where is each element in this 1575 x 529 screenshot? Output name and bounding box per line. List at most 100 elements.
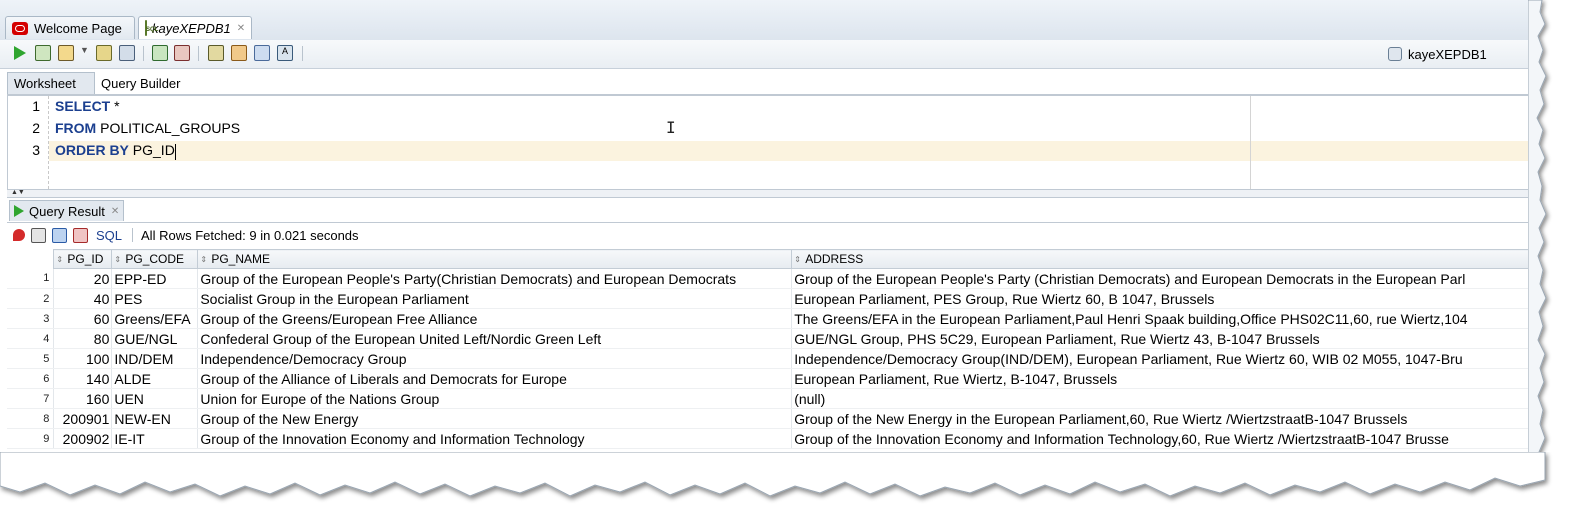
result-grid[interactable]: ⇕ PG_ID ⇕ PG_CODE ⇕ PG_NAME ⇕ ADDRESS 1 20 EPP…	[7, 249, 1545, 449]
cell-address[interactable]: Group of the European People's Party (Ch…	[791, 268, 1545, 289]
cell-pg-id[interactable]: 20	[53, 268, 113, 289]
cell-pg-code[interactable]: Greens/EFA	[111, 308, 199, 329]
row-number: 1	[7, 268, 55, 289]
clear-eraser-icon[interactable]	[231, 45, 247, 61]
column-header-pg-code[interactable]: ⇕ PG_CODE	[111, 249, 199, 269]
close-icon[interactable]: ✕	[111, 206, 119, 217]
cell-pg-name[interactable]: Group of the Alliance of Liberals and De…	[197, 368, 793, 389]
sort-icon: ⇕	[200, 255, 208, 265]
chevron-down-icon[interactable]: ▼	[80, 45, 90, 61]
connection-selector[interactable]: kayeXEPDB1	[1388, 44, 1538, 64]
cell-pg-id[interactable]: 200901	[53, 408, 113, 429]
code-line[interactable]: ORDER BY PG_ID	[55, 142, 175, 158]
ibeam-cursor-icon: I	[666, 118, 676, 137]
table-row[interactable]: 9 200902 IE-IT Group of the Innovation Econ…	[7, 428, 1545, 449]
cell-pg-name[interactable]: Group of the European People's Party(Chr…	[197, 268, 793, 289]
cell-pg-code[interactable]: GUE/NGL	[111, 328, 199, 349]
cell-pg-name[interactable]: Socialist Group in the European Parliame…	[197, 288, 793, 309]
cell-pg-code[interactable]: ALDE	[111, 368, 199, 389]
cell-address[interactable]: European Parliament, Rue Wiertz, B-1047,…	[791, 368, 1545, 389]
sql-editor[interactable]: 1 2 3 SELECT * FROM POLITICAL_GROUPS ORD…	[7, 95, 1545, 190]
explain-plan-icon[interactable]	[96, 45, 112, 61]
cell-pg-id[interactable]: 100	[53, 348, 113, 369]
tab-label: Welcome Page	[34, 20, 122, 36]
cell-pg-name[interactable]: Confederal Group of the European United …	[197, 328, 793, 349]
tab-welcome-page[interactable]: Welcome Page	[5, 16, 135, 39]
line-number-gutter: 1 2 3	[8, 96, 49, 189]
result-toolbar: SQL All Rows Fetched: 9 in 0.021 seconds	[7, 223, 1545, 247]
sql-button[interactable]: SQL	[96, 228, 122, 243]
cell-pg-id[interactable]: 80	[53, 328, 113, 349]
cell-pg-id[interactable]: 160	[53, 388, 113, 409]
torn-edge-right	[1528, 0, 1575, 529]
table-row[interactable]: 7 160 UEN Union for Europe of the Nations G…	[7, 388, 1545, 409]
cell-pg-code[interactable]: PES	[111, 288, 199, 309]
sql-text: *	[110, 98, 120, 114]
row-number: 9	[7, 428, 55, 449]
document-tab-strip: Welcome Page kayeXEPDB1 ✕	[0, 0, 1545, 41]
run-script-icon[interactable]	[35, 45, 51, 61]
tab-label: Worksheet	[14, 76, 76, 91]
tab-query-builder[interactable]: Query Builder	[95, 72, 195, 94]
tab-query-result[interactable]: Query Result ✕	[9, 200, 125, 221]
cell-pg-code[interactable]: IND/DEM	[111, 348, 199, 369]
refresh-icon[interactable]	[52, 227, 67, 243]
cell-pg-id[interactable]: 60	[53, 308, 113, 329]
format-text-icon[interactable]: A	[277, 45, 293, 61]
cell-pg-code[interactable]: NEW-EN	[111, 408, 199, 429]
table-row[interactable]: 1 20 EPP-ED Group of the European People's …	[7, 268, 1545, 289]
tab-worksheet[interactable]: Worksheet	[7, 72, 95, 94]
table-row[interactable]: 8 200901 NEW-EN Group of the New Energy Grou…	[7, 408, 1545, 429]
cell-address[interactable]: GUE/NGL Group, PHS 5C29, European Parlia…	[791, 328, 1545, 349]
cell-address[interactable]: Group of the New Energy in the European …	[791, 408, 1545, 429]
cell-address[interactable]: The Greens/EFA in the European Parliamen…	[791, 308, 1545, 329]
cell-pg-name[interactable]: Group of the Innovation Economy and Info…	[197, 428, 793, 449]
tab-kayexepdb1[interactable]: kayeXEPDB1 ✕	[138, 16, 252, 39]
sql-tuning-icon[interactable]	[119, 45, 135, 61]
pin-icon[interactable]	[13, 229, 25, 241]
table-row[interactable]: 2 40 PES Socialist Group in the European Pa…	[7, 288, 1545, 309]
code-line[interactable]: SELECT *	[55, 98, 120, 114]
line-number: 3	[32, 142, 40, 158]
row-number: 7	[7, 388, 55, 409]
table-row[interactable]: 5 100 IND/DEM Independence/Democracy Group I…	[7, 348, 1545, 369]
cell-pg-id[interactable]: 200902	[53, 428, 113, 449]
cancel-query-icon[interactable]	[73, 227, 88, 243]
cell-address[interactable]: Independence/Democracy Group(IND/DEM), E…	[791, 348, 1545, 369]
autotrace-icon[interactable]	[58, 45, 74, 61]
cell-address[interactable]: Group of the Innovation Economy and Info…	[791, 428, 1545, 449]
cell-pg-code[interactable]: EPP-ED	[111, 268, 199, 289]
print-icon[interactable]	[31, 227, 46, 243]
code-line[interactable]: FROM POLITICAL_GROUPS	[55, 120, 240, 136]
sort-icon: ⇕	[794, 255, 801, 265]
split-pane-divider[interactable]: ▲▼	[7, 189, 1545, 198]
cell-pg-name[interactable]: Union for Europe of the Nations Group	[197, 388, 793, 409]
cell-pg-id[interactable]: 140	[53, 368, 113, 389]
column-header-pg-name[interactable]: ⇕ PG_NAME	[197, 249, 793, 269]
table-row[interactable]: 3 60 Greens/EFA Group of the Greens/Europea…	[7, 308, 1545, 329]
cell-address[interactable]: (null)	[791, 388, 1545, 409]
split-arrows-icon[interactable]: ▲▼	[11, 189, 25, 196]
cell-pg-name[interactable]: Group of the New Energy	[197, 408, 793, 429]
column-header-address[interactable]: ⇕ ADDRESS	[791, 249, 1545, 269]
cell-pg-name[interactable]: Independence/Democracy Group	[197, 348, 793, 369]
table-row[interactable]: 6 140 ALDE Group of the Alliance of Liberal…	[7, 368, 1545, 389]
table-row[interactable]: 4 80 GUE/NGL Confederal Group of the Europe…	[7, 328, 1545, 349]
row-number: 2	[7, 288, 55, 309]
cell-address[interactable]: European Parliament, PES Group, Rue Wier…	[791, 288, 1545, 309]
sql-text: POLITICAL_GROUPS	[96, 120, 241, 136]
sql-history-icon[interactable]	[254, 45, 270, 61]
rollback-icon[interactable]	[174, 45, 190, 61]
unshared-worksheet-icon[interactable]	[208, 45, 224, 61]
column-header-pg-id[interactable]: ⇕ PG_ID	[53, 249, 113, 269]
cell-pg-code[interactable]: IE-IT	[111, 428, 199, 449]
sql-keyword: SELECT	[55, 98, 111, 114]
close-icon[interactable]: ✕	[237, 23, 245, 34]
cell-pg-id[interactable]: 40	[53, 288, 113, 309]
cell-pg-code[interactable]: UEN	[111, 388, 199, 409]
run-statement-icon[interactable]	[14, 46, 26, 60]
cell-pg-name[interactable]: Group of the Greens/European Free Allian…	[197, 308, 793, 329]
right-margin-guide	[1250, 96, 1251, 189]
sort-icon: ⇕	[114, 255, 122, 265]
commit-icon[interactable]	[152, 45, 168, 61]
